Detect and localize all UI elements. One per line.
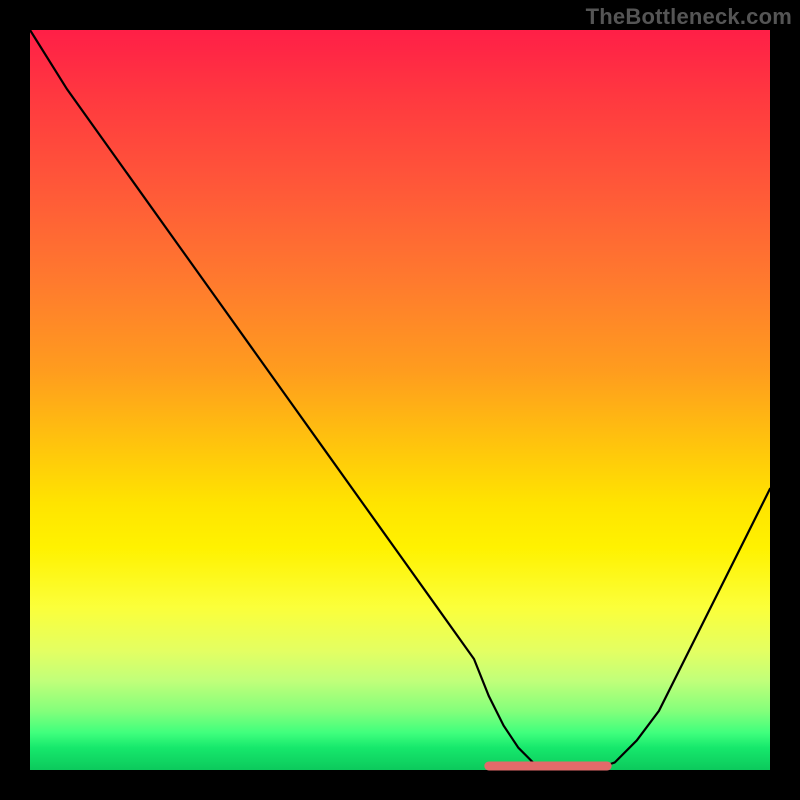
plot-area [30,30,770,770]
watermark-text: TheBottleneck.com [586,4,792,30]
chart-svg [30,30,770,770]
chart-frame: TheBottleneck.com [0,0,800,800]
bottleneck-curve [30,30,770,770]
